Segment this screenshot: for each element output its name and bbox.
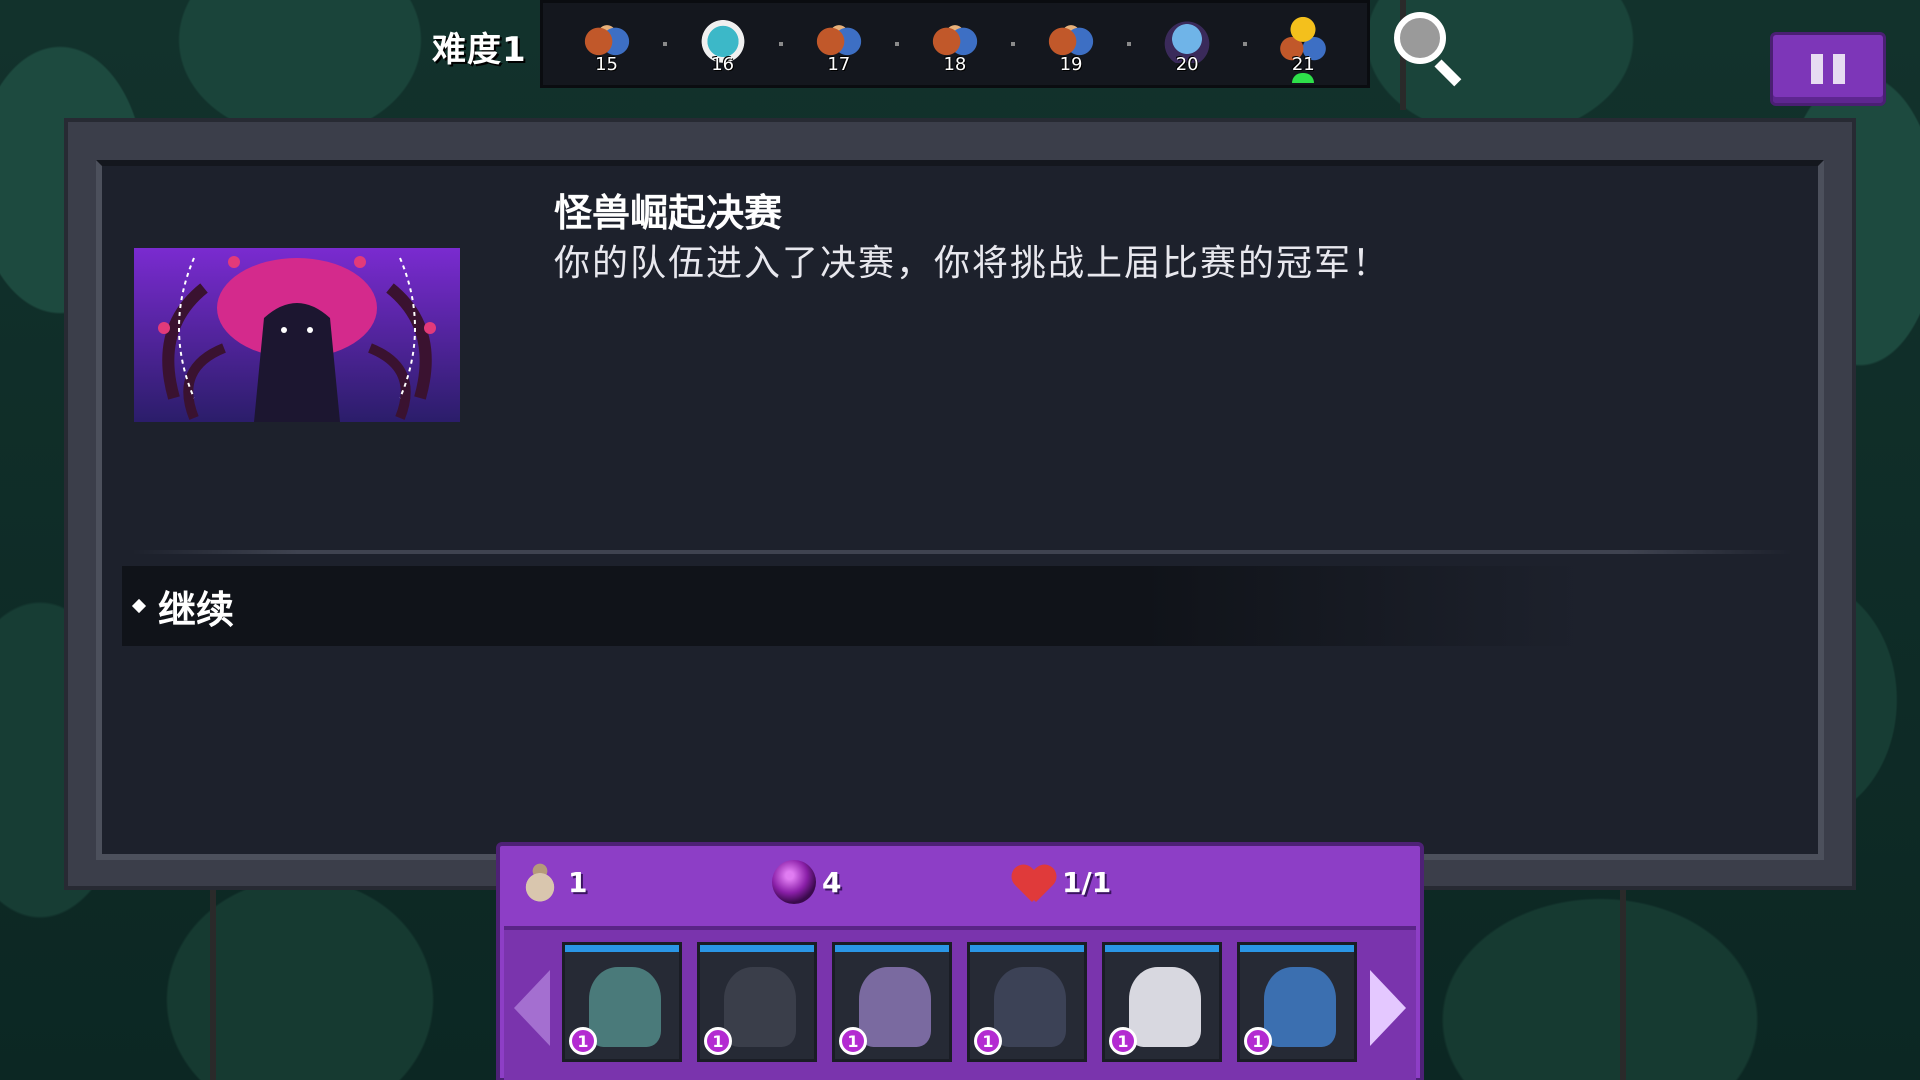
unit-card[interactable]: 1	[697, 942, 817, 1062]
bag-icon	[518, 860, 562, 904]
gem-icon	[772, 860, 816, 904]
unit-health-bar	[970, 945, 1084, 952]
stage-progress-track: 15 16 17 18 19 20 21	[540, 0, 1370, 88]
unit-level-badge: 1	[974, 1027, 1002, 1055]
heart-icon	[1012, 860, 1056, 904]
stage-15[interactable]: 15	[576, 9, 638, 79]
resource-row: 1 4 1/1	[500, 846, 1420, 916]
stage-number: 21	[1291, 54, 1315, 75]
event-panel-inner: 怪兽崛起决赛 你的队伍进入了决赛，你将挑战上届比赛的冠军！ 继续	[96, 160, 1824, 860]
track-dot	[1127, 42, 1132, 46]
continue-option-label: 继续	[158, 587, 235, 632]
pause-icon	[1811, 54, 1823, 84]
divider	[132, 550, 1792, 554]
top-bar: 难度1 15 16 17 18 19 20 21	[420, 0, 1462, 90]
event-description: 你的队伍进入了决赛，你将挑战上届比赛的冠军！	[554, 243, 1391, 284]
tree-trunk	[210, 890, 216, 1080]
stage-17[interactable]: 17	[808, 9, 870, 79]
scroll-left-arrow-icon[interactable]	[514, 970, 550, 1046]
diamond-bullet-icon	[131, 598, 147, 614]
unit-card[interactable]: 1	[1237, 942, 1357, 1062]
unit-card[interactable]: 1	[562, 942, 682, 1062]
stage-16[interactable]: 16	[692, 9, 754, 79]
unit-level-badge: 1	[569, 1027, 597, 1055]
unit-card[interactable]: 1	[967, 942, 1087, 1062]
scroll-right-arrow-icon[interactable]	[1370, 970, 1406, 1046]
pause-button[interactable]	[1770, 32, 1886, 106]
stage-number: 15	[595, 54, 618, 75]
track-dot	[1010, 42, 1015, 46]
search-button[interactable]	[1388, 8, 1466, 87]
magnifier-handle	[1434, 59, 1462, 87]
unit-roster: 1 1 1 1 1 1	[504, 926, 1416, 1080]
unit-level-badge: 1	[1109, 1027, 1137, 1055]
white-yeti-sprite-icon	[1129, 967, 1201, 1047]
gem-resource[interactable]: 4	[772, 860, 841, 904]
tree-trunk	[1620, 890, 1626, 1080]
stage-number: 18	[943, 54, 967, 75]
unit-health-bar	[835, 945, 949, 952]
stage-21[interactable]: 21	[1272, 9, 1334, 83]
bag-count: 1	[568, 865, 588, 899]
unit-health-bar	[1105, 945, 1219, 952]
unit-health-bar	[700, 945, 814, 952]
event-illustration	[134, 248, 460, 422]
event-title: 怪兽崛起决赛	[554, 191, 783, 235]
inventory-panel: 1 4 1/1 1 1 1 1 1 1	[496, 842, 1424, 1080]
pause-icon-bar	[1833, 54, 1845, 84]
track-dot	[662, 42, 667, 46]
unit-level-badge: 1	[1244, 1027, 1272, 1055]
stage-18[interactable]: 18	[924, 9, 986, 79]
continue-option[interactable]: 继续	[122, 566, 1582, 646]
magnifier-icon	[1394, 12, 1446, 64]
tentacle-monster-illustration	[134, 248, 460, 422]
dark-knight-sprite-icon	[724, 967, 796, 1047]
gem-count: 4	[822, 865, 842, 899]
stage-19[interactable]: 19	[1040, 9, 1102, 79]
dragon-warrior-sprite-icon	[589, 967, 661, 1047]
plumed-knight-sprite-icon	[994, 967, 1066, 1047]
event-panel: 怪兽崛起决赛 你的队伍进入了决赛，你将挑战上届比赛的冠军！ 继续	[64, 118, 1856, 890]
stage-number: 16	[711, 54, 735, 75]
track-dot	[894, 42, 899, 46]
unit-health-bar	[1240, 945, 1354, 952]
track-dot	[778, 42, 783, 46]
stage-number: 20	[1175, 54, 1199, 75]
stage-number: 19	[1059, 54, 1083, 75]
unit-card[interactable]: 1	[1102, 942, 1222, 1062]
stage-number: 17	[827, 54, 851, 75]
track-dot	[1243, 42, 1248, 46]
lives-count: 1/1	[1062, 865, 1112, 899]
lives-resource[interactable]: 1/1	[1012, 860, 1111, 904]
unit-level-badge: 1	[839, 1027, 867, 1055]
unit-level-badge: 1	[704, 1027, 732, 1055]
bag-resource[interactable]: 1	[518, 860, 587, 904]
unit-card[interactable]: 1	[832, 942, 952, 1062]
helmet-lancer-sprite-icon	[859, 967, 931, 1047]
difficulty-label: 难度1	[432, 30, 527, 70]
unit-health-bar	[565, 945, 679, 952]
stage-20[interactable]: 20	[1156, 9, 1218, 79]
cap-brawler-sprite-icon	[1264, 967, 1336, 1047]
